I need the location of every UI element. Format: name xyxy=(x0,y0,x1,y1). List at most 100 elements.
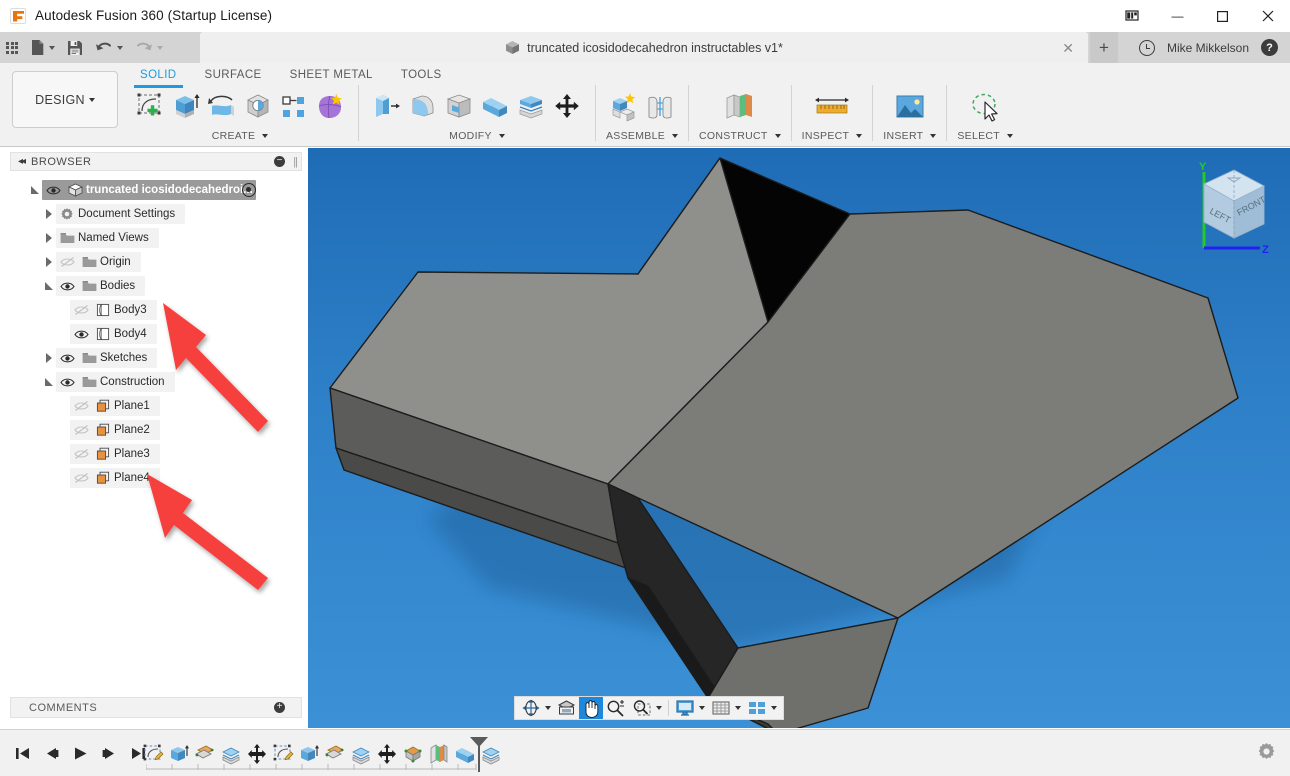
tree-item-construction[interactable]: Construction xyxy=(56,372,175,392)
revolve-tool[interactable] xyxy=(204,85,240,129)
pan-tool[interactable] xyxy=(579,697,603,719)
tree-row-root[interactable]: truncated icosidodecahedroi... xyxy=(10,178,302,202)
tree-item-plane1[interactable]: Plane1 xyxy=(70,396,160,416)
tree-item-bodies[interactable]: Bodies xyxy=(56,276,145,296)
step-forward-button[interactable] xyxy=(99,744,119,764)
tree-item-named-views[interactable]: Named Views xyxy=(56,228,159,248)
tree-item-body4[interactable]: Body4 xyxy=(70,324,157,344)
comments-panel[interactable]: COMMENTS + xyxy=(10,697,302,718)
create-form-tool[interactable] xyxy=(312,85,348,129)
eye-icon[interactable] xyxy=(70,329,92,340)
look-at-tool[interactable] xyxy=(554,697,579,719)
tree-row-bodies[interactable]: Bodies xyxy=(10,274,302,298)
double-left-arrow-icon[interactable]: ◂◂ xyxy=(18,156,24,167)
expander-toggle[interactable] xyxy=(42,353,56,363)
tree-item-body3[interactable]: Body3 xyxy=(70,300,157,320)
step-back-button[interactable] xyxy=(41,744,61,764)
tree-item-plane4[interactable]: Plane4 xyxy=(70,468,160,488)
tree-row-plane4[interactable]: Plane4 xyxy=(10,466,302,490)
measure-tool[interactable] xyxy=(810,85,854,129)
panel-title-select[interactable]: SELECT xyxy=(957,130,1013,142)
combine-tool[interactable] xyxy=(477,85,513,129)
panel-title-create[interactable]: CREATE xyxy=(212,130,269,142)
new-tab-button[interactable]: + xyxy=(1090,32,1118,63)
clock-icon[interactable] xyxy=(1139,40,1155,56)
tree-item-document-settings[interactable]: Document Settings xyxy=(56,204,185,224)
extrude-tool[interactable] xyxy=(168,85,204,129)
tree-item-plane2[interactable]: Plane2 xyxy=(70,420,160,440)
panel-grip-icon[interactable]: || xyxy=(293,156,297,168)
expander-toggle[interactable] xyxy=(42,233,56,243)
fit-tool[interactable] xyxy=(629,697,665,719)
tree-item-origin[interactable]: Origin xyxy=(56,252,141,272)
tree-row-plane3[interactable]: Plane3 xyxy=(10,442,302,466)
minimize-panel-icon[interactable]: − xyxy=(274,156,285,167)
tree-row-body4[interactable]: Body4 xyxy=(10,322,302,346)
user-name-label[interactable]: Mike Mikkelson xyxy=(1155,41,1261,55)
select-tool[interactable] xyxy=(967,85,1003,129)
tab-tools[interactable]: TOOLS xyxy=(387,65,456,85)
offset-plane-tool[interactable] xyxy=(722,85,758,129)
view-cube[interactable]: Y Z LEFT FRONT xyxy=(1178,156,1284,261)
orbit-tool[interactable] xyxy=(518,697,554,719)
rectangular-pattern-tool[interactable] xyxy=(276,85,312,129)
close-button[interactable] xyxy=(1245,0,1290,32)
panel-title-modify[interactable]: MODIFY xyxy=(449,130,505,142)
tree-row-construction[interactable]: Construction xyxy=(10,370,302,394)
question-mark-icon[interactable]: ? xyxy=(1261,39,1278,56)
eye-hidden-icon[interactable] xyxy=(70,472,92,484)
tree-row-sketches[interactable]: Sketches xyxy=(10,346,302,370)
insert-image-tool[interactable] xyxy=(892,85,928,129)
shell-tool[interactable] xyxy=(441,85,477,129)
display-settings[interactable] xyxy=(672,697,708,719)
eye-icon[interactable] xyxy=(56,281,78,292)
eye-hidden-icon[interactable] xyxy=(56,256,78,268)
maximize-button[interactable] xyxy=(1200,0,1245,32)
tree-row-body3[interactable]: Body3 xyxy=(10,298,302,322)
eye-hidden-icon[interactable] xyxy=(70,448,92,460)
tree-row-named-views[interactable]: Named Views xyxy=(10,226,302,250)
tree-item-plane3[interactable]: Plane3 xyxy=(70,444,160,464)
gear-icon[interactable] xyxy=(1257,742,1276,764)
grid-snaps[interactable] xyxy=(708,697,744,719)
expander-toggle[interactable] xyxy=(42,282,56,290)
eye-hidden-icon[interactable] xyxy=(70,304,92,316)
panel-title-construct[interactable]: CONSTRUCT xyxy=(699,130,781,142)
tab-solid[interactable]: SOLID xyxy=(126,65,191,85)
hole-tool[interactable] xyxy=(240,85,276,129)
eye-hidden-icon[interactable] xyxy=(70,424,92,436)
add-comment-icon[interactable]: + xyxy=(274,702,285,713)
minimize-button[interactable]: — xyxy=(1155,0,1200,32)
redo-button[interactable] xyxy=(129,32,169,63)
eye-icon[interactable] xyxy=(42,185,64,196)
panel-title-inspect[interactable]: INSPECT xyxy=(802,130,863,142)
save-button[interactable] xyxy=(61,32,89,63)
tree-row-plane2[interactable]: Plane2 xyxy=(10,418,302,442)
eye-hidden-icon[interactable] xyxy=(70,400,92,412)
create-sketch-tool[interactable] xyxy=(132,85,168,129)
new-component-tool[interactable] xyxy=(606,85,642,129)
activate-component-icon[interactable] xyxy=(242,183,256,197)
expander-toggle[interactable] xyxy=(42,209,56,219)
eye-icon[interactable] xyxy=(56,353,78,364)
split-face-tool[interactable] xyxy=(513,85,549,129)
viewports[interactable] xyxy=(744,697,780,719)
app-grid-button[interactable] xyxy=(0,32,24,63)
new-file-button[interactable] xyxy=(24,32,61,63)
joint-tool[interactable] xyxy=(642,85,678,129)
undo-button[interactable] xyxy=(89,32,129,63)
tree-row-document-settings[interactable]: Document Settings xyxy=(10,202,302,226)
panel-title-insert[interactable]: INSERT xyxy=(883,130,936,142)
eye-icon[interactable] xyxy=(56,377,78,388)
tree-row-origin[interactable]: Origin xyxy=(10,250,302,274)
document-tab[interactable]: truncated icosidodecahedron instructable… xyxy=(200,32,1088,63)
press-pull-tool[interactable] xyxy=(369,85,405,129)
play-button[interactable] xyxy=(70,744,90,764)
go-to-beginning-button[interactable] xyxy=(12,744,32,764)
move-copy-tool[interactable] xyxy=(549,85,585,129)
tree-item-sketches[interactable]: Sketches xyxy=(56,348,157,368)
tab-sheet-metal[interactable]: SHEET METAL xyxy=(276,65,387,85)
panel-title-assemble[interactable]: ASSEMBLE xyxy=(606,130,678,142)
3d-viewport[interactable]: Y Z LEFT FRONT xyxy=(308,148,1290,728)
zoom-tool[interactable] xyxy=(603,697,629,719)
